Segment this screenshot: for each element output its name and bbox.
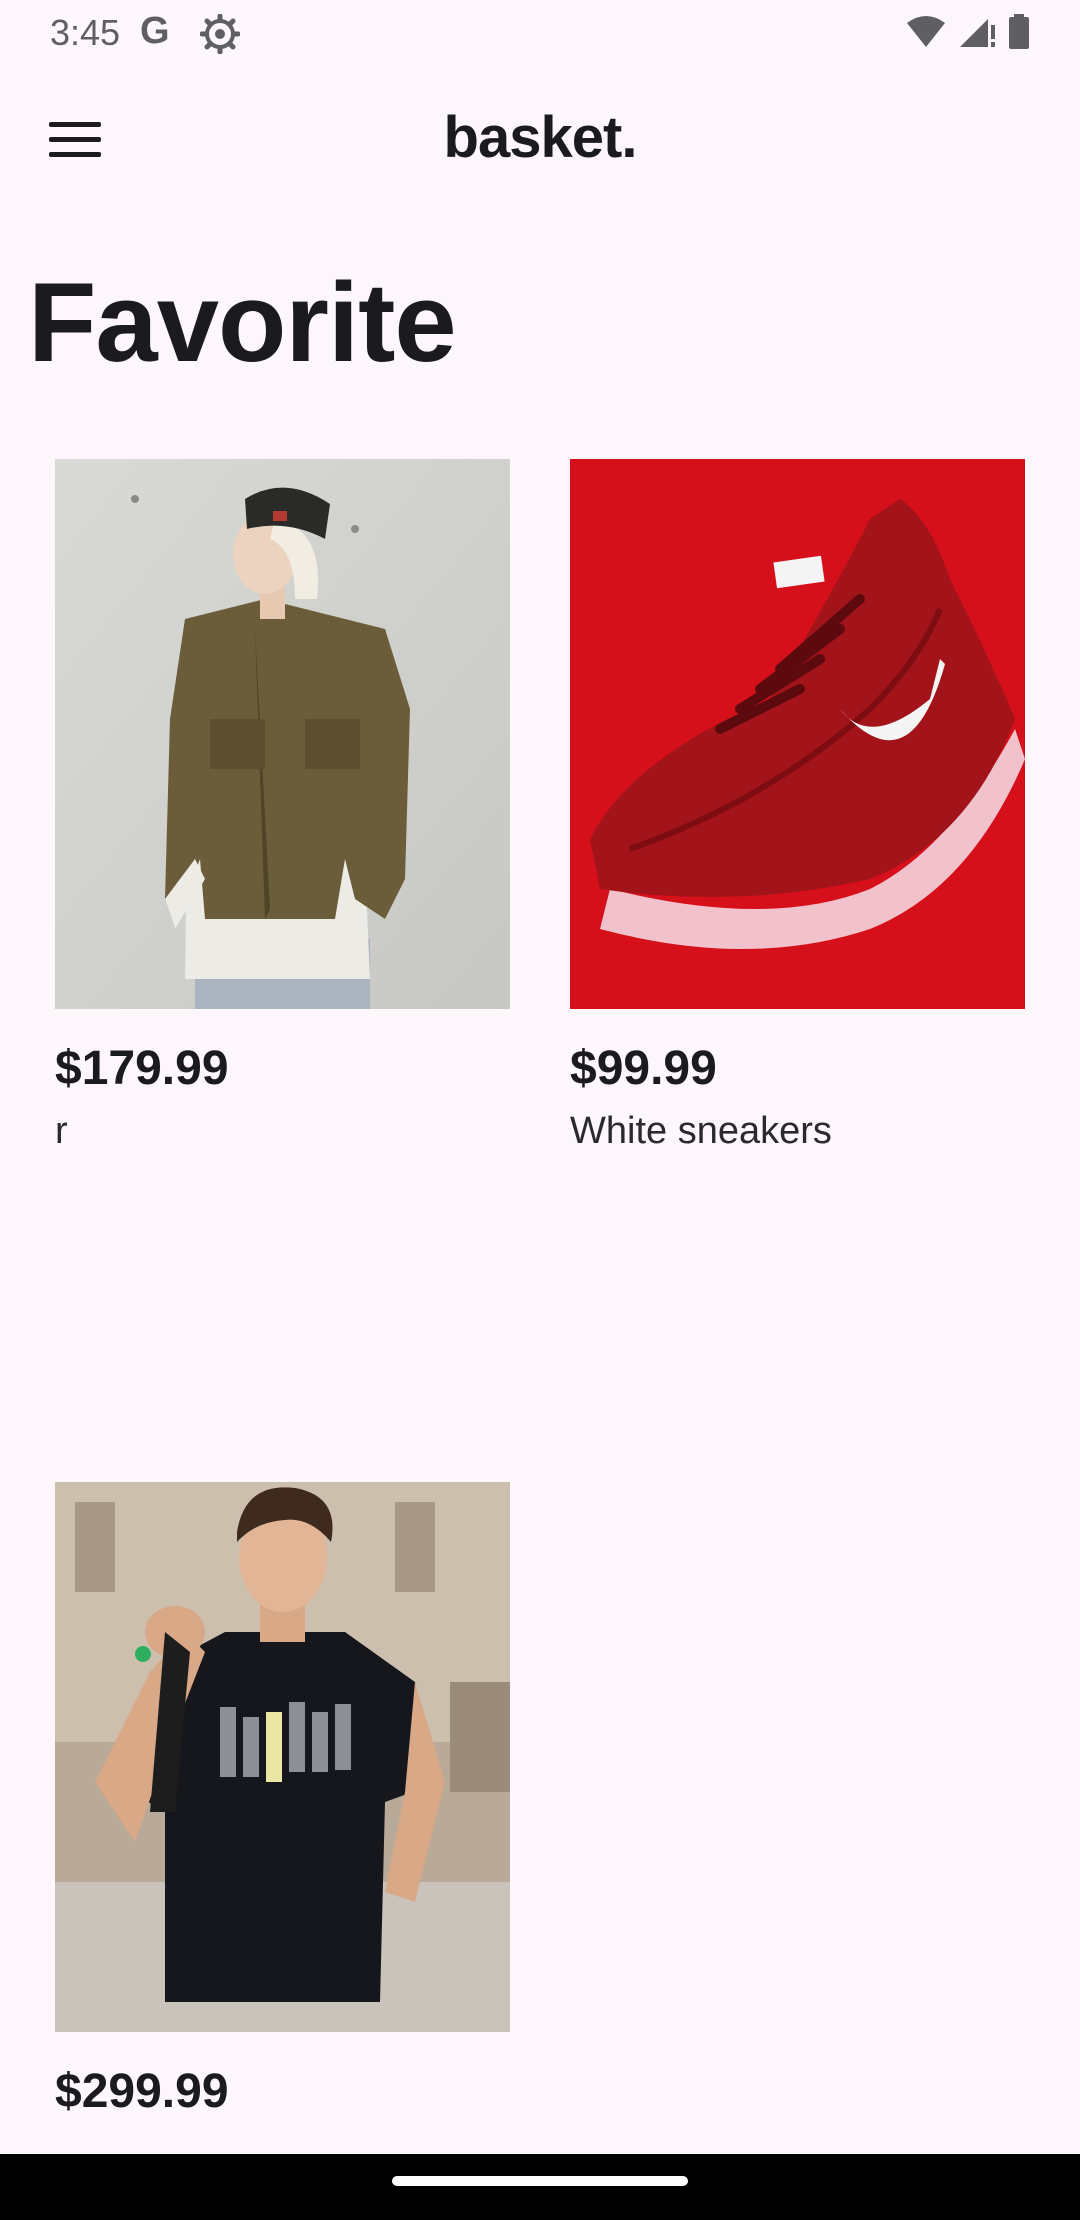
product-price: $299.99	[55, 2065, 229, 2118]
system-nav-bar	[0, 2154, 1080, 2220]
signal-icon	[960, 19, 995, 47]
home-gesture-handle[interactable]	[392, 2176, 688, 2186]
product-card[interactable]: $299.99	[55, 1482, 510, 2119]
product-name: r	[55, 1110, 68, 1152]
wifi-icon	[907, 16, 945, 47]
app-bar: basket.	[0, 90, 1080, 190]
status-time: 3:45	[50, 12, 121, 53]
product-card[interactable]: $99.99 White sneakers	[570, 459, 1025, 1153]
gear-icon	[200, 14, 240, 54]
page-title: Favorite	[28, 260, 457, 385]
status-bar: 3:45 G	[0, 0, 1080, 70]
app-title: basket.	[443, 105, 638, 170]
status-icons	[906, 14, 1030, 50]
product-price: $179.99	[55, 1042, 229, 1095]
product-price: $99.99	[570, 1042, 717, 1095]
woman-olive-jacket-photo[interactable]	[55, 459, 510, 1009]
product-name: White sneakers	[570, 1110, 832, 1152]
google-icon: G	[140, 10, 170, 52]
product-card[interactable]: $179.99 r	[55, 459, 510, 1153]
battery-icon	[1009, 14, 1029, 49]
man-black-tshirt-photo[interactable]	[55, 1482, 510, 2032]
red-sneaker-photo[interactable]	[570, 459, 1025, 1009]
